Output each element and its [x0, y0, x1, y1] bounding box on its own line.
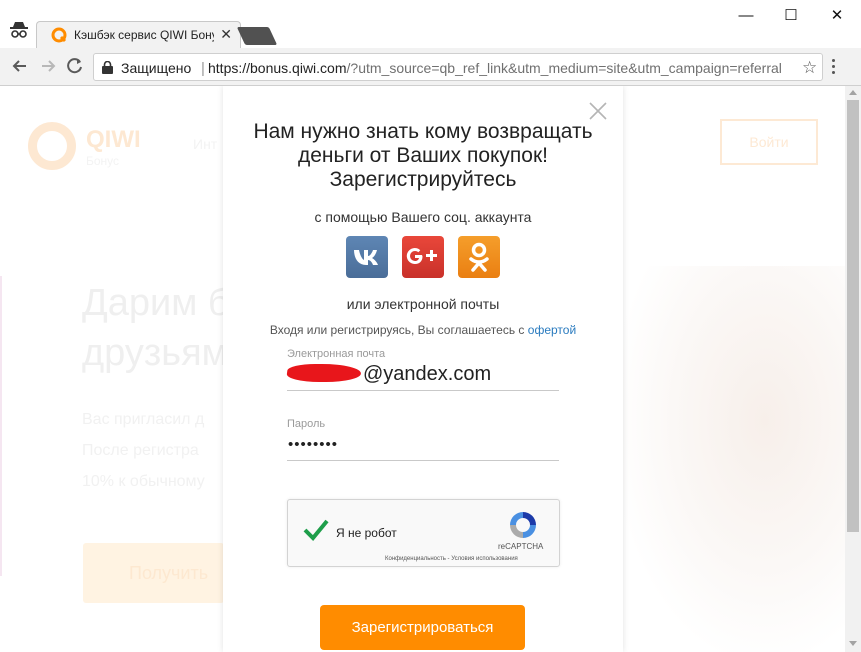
vk-login-button[interactable] [346, 236, 388, 278]
email-value[interactable]: @yandex.com [285, 363, 492, 386]
lock-icon [102, 61, 113, 74]
social-login-row [346, 236, 506, 278]
password-value[interactable]: •••••••• [288, 436, 338, 453]
new-tab-button[interactable] [236, 27, 278, 45]
checkmark-icon[interactable] [302, 516, 330, 544]
page-scrollbar[interactable] [845, 86, 861, 652]
incognito-icon [10, 22, 28, 38]
url-host: https://bonus.qiwi.com [208, 60, 347, 76]
bg-brand: QIWI [86, 126, 141, 153]
google-plus-login-button[interactable] [402, 236, 444, 278]
bg-heading: Дарим б друзьям [82, 282, 230, 374]
url-text[interactable]: https://bonus.qiwi.com/?utm_source=qb_re… [208, 60, 788, 76]
captcha-label: Я не робот [336, 526, 397, 540]
vk-icon [354, 250, 378, 265]
secure-label: Защищено [121, 60, 192, 76]
scroll-up-icon[interactable] [849, 90, 857, 95]
registration-modal: Нам нужно знать кому возвращать деньги о… [223, 86, 623, 652]
password-field[interactable]: Пароль •••••••• [287, 418, 559, 461]
bg-edge-mark [0, 276, 2, 576]
register-button[interactable]: Зарегистрироваться [320, 605, 525, 650]
social-label: с помощью Вашего соц. аккаунта [314, 209, 532, 225]
address-bar[interactable]: Защищено | https://bonus.qiwi.com/?utm_s… [93, 53, 823, 81]
recaptcha-links[interactable]: Конфиденциальность - Условия использован… [385, 556, 518, 562]
email-domain: @yandex.com [363, 363, 492, 385]
forward-arrow-icon[interactable] [38, 56, 58, 76]
minimize-button[interactable]: — [735, 6, 757, 26]
bookmark-star-icon[interactable]: ☆ [802, 58, 817, 78]
password-label: Пароль [287, 418, 326, 430]
scroll-down-icon[interactable] [849, 641, 857, 646]
tab-close-icon[interactable]: ✕ [220, 26, 232, 43]
tab-title: Кэшбэк сервис QIWI Бонус [74, 28, 214, 42]
recaptcha-brand: reCAPTCHA [498, 542, 544, 551]
url-path: /?utm_source=qb_ref_link&utm_medium=site… [346, 60, 782, 76]
odnoklassniki-login-button[interactable] [458, 236, 500, 278]
url-separator: | [201, 60, 205, 77]
recaptcha-logo-icon [510, 512, 536, 538]
maximize-button[interactable]: ☐ [780, 6, 802, 26]
bg-login-button: Войти [720, 119, 818, 165]
bg-brand-sub: Бонус [86, 154, 120, 168]
bg-cta-button: Получить [83, 543, 224, 603]
back-arrow-icon[interactable] [10, 56, 30, 76]
recaptcha-widget[interactable]: Я не робот reCAPTCHA Конфиденциальность … [287, 499, 560, 567]
browser-tab[interactable]: Кэшбэк сервис QIWI Бонус ✕ [36, 21, 241, 48]
browser-toolbar: Защищено | https://bonus.qiwi.com/?utm_s… [0, 48, 861, 86]
page-viewport: QIWI Бонус Инт Войти Дарим б друзьям Вас… [0, 86, 861, 652]
browser-menu-icon[interactable] [832, 59, 836, 75]
qiwi-favicon-icon [51, 27, 67, 43]
terms-link[interactable]: офертой [528, 323, 576, 337]
scroll-thumb[interactable] [847, 100, 859, 532]
close-window-button[interactable]: ✕ [826, 6, 848, 26]
modal-title: Нам нужно знать кому возвращать деньги о… [253, 120, 593, 191]
email-field[interactable]: Электронная почта @yandex.com [285, 348, 559, 391]
bg-body-text: Вас пригласил д После регистра 10% к обы… [82, 411, 205, 490]
bg-photo [620, 266, 861, 652]
email-option-label: или электронной почты [346, 296, 500, 312]
google-plus-icon [406, 248, 437, 265]
qiwi-logo-icon [28, 122, 76, 170]
browser-titlebar: Кэшбэк сервис QIWI Бонус ✕ — ☐ ✕ [0, 0, 861, 48]
terms-text: Входя или регистрируясь, Вы соглашаетесь… [223, 323, 623, 337]
modal-close-icon[interactable] [588, 101, 608, 121]
email-label: Электронная почта [287, 348, 386, 360]
reload-icon[interactable] [65, 56, 85, 76]
redaction-mark [285, 364, 363, 382]
terms-prefix: Входя или регистрируясь, Вы соглашаетесь… [269, 323, 525, 337]
odnoklassniki-icon [469, 242, 489, 272]
bg-nav-item: Инт [193, 136, 218, 152]
